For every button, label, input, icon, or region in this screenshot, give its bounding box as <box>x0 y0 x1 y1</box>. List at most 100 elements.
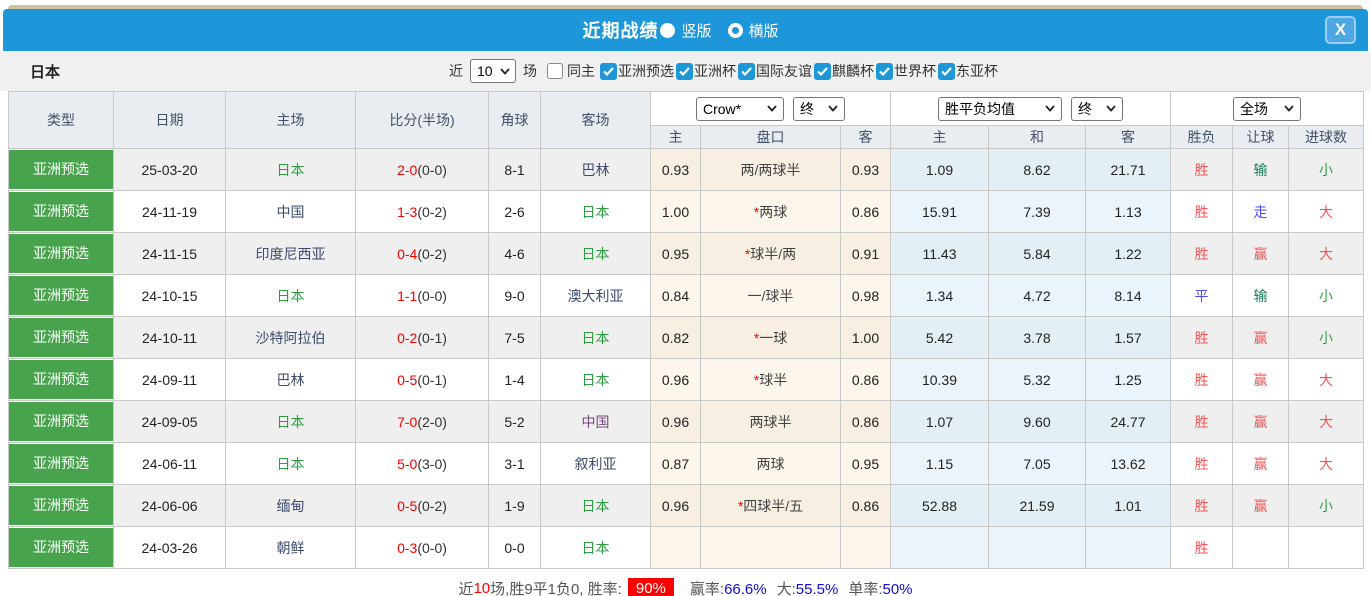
home-team-link[interactable]: 沙特阿拉伯 <box>256 330 326 346</box>
competition-checkbox[interactable] <box>600 62 617 80</box>
competition-filter-item[interactable]: 国际友谊 <box>738 61 812 81</box>
competition-checkbox[interactable] <box>676 62 693 80</box>
odds-away-cell: 0.86 <box>840 358 891 401</box>
radio-horizontal-label[interactable]: 横版 <box>749 20 779 41</box>
home-team-link[interactable]: 朝鲜 <box>277 540 305 556</box>
stat-pair: 大:55.5% <box>777 578 839 596</box>
competition-checkbox[interactable] <box>938 62 955 80</box>
handicap-value: 四球半/五 <box>743 497 804 514</box>
avg-time-select[interactable]: 终 <box>1071 96 1123 121</box>
competition-badge: 亚洲预选 <box>9 360 113 399</box>
avg-draw-cell: 3.78 <box>988 316 1086 359</box>
away-team-link[interactable]: 中国 <box>582 414 610 430</box>
home-team-link[interactable]: 巴林 <box>277 372 305 388</box>
away-team-link[interactable]: 日本 <box>582 372 610 388</box>
radio-horizontal-icon[interactable] <box>727 22 743 38</box>
odds-away-cell: 0.93 <box>840 148 891 191</box>
same-home-checkbox[interactable] <box>547 63 563 79</box>
corner-cell: 8-1 <box>488 148 541 191</box>
same-home-filter[interactable]: 同主 <box>547 61 595 81</box>
home-team-link[interactable]: 中国 <box>277 204 305 220</box>
handicap-result-cell: 走 <box>1232 190 1289 233</box>
avg-home-cell: 5.42 <box>890 316 989 359</box>
table-body: 亚洲预选 25-03-20 日本 2-0(0-0) 8-1 巴林 0.93 两/… <box>8 148 1364 569</box>
away-team-cell: 日本 <box>540 358 651 401</box>
handicap-value: 球半 <box>759 371 788 388</box>
odds-home-cell: 0.96 <box>650 358 701 401</box>
avg-home-cell: 1.07 <box>890 400 989 443</box>
odds-time-select[interactable]: 终 <box>793 96 845 121</box>
away-team-link[interactable]: 日本 <box>582 330 610 346</box>
goals-result-cell <box>1288 526 1364 569</box>
away-team-link[interactable]: 日本 <box>582 498 610 514</box>
radio-vertical-label[interactable]: 竖版 <box>681 20 711 41</box>
avg-select[interactable]: 胜平负均值 <box>938 96 1062 121</box>
goals-result-value: 小 <box>1319 161 1333 178</box>
half-time-score: (0-2) <box>417 497 447 514</box>
handicap-result-cell: 赢 <box>1232 442 1289 485</box>
odds-company-select[interactable]: Crow* <box>696 96 784 121</box>
odds-home-cell: 0.87 <box>650 442 701 485</box>
half-time-score: (0-2) <box>417 203 447 220</box>
half-time-score: (3-0) <box>417 455 447 472</box>
away-team-cell: 叙利亚 <box>540 442 651 485</box>
home-team-link[interactable]: 日本 <box>277 288 305 304</box>
scope-select[interactable]: 全场 <box>1233 96 1301 121</box>
away-team-link[interactable]: 日本 <box>582 540 610 556</box>
avg-away-cell: 8.14 <box>1085 274 1171 317</box>
away-team-link[interactable]: 日本 <box>582 246 610 262</box>
competition-checkbox[interactable] <box>876 62 893 80</box>
table-row: 亚洲预选 24-10-11 沙特阿拉伯 0-2(0-1) 7-5 日本 0.82 <box>8 316 1364 359</box>
handicap-cell: *两球 <box>700 190 841 233</box>
competition-filter-item[interactable]: 东亚杯 <box>938 61 998 81</box>
home-team-link[interactable]: 印度尼西亚 <box>256 246 326 262</box>
avg-away-cell: 21.71 <box>1085 148 1171 191</box>
odds-away-cell <box>840 526 891 569</box>
home-team-link[interactable]: 日本 <box>277 162 305 178</box>
full-time-score: 0-5 <box>397 497 418 514</box>
avg-draw-cell: 21.59 <box>988 484 1086 527</box>
competition-checkbox[interactable] <box>738 62 755 80</box>
handicap-cell: 两球半 <box>700 400 841 443</box>
home-team-link[interactable]: 日本 <box>277 414 305 430</box>
handicap-cell: 两球 <box>700 442 841 485</box>
odds-company-value: Crow* <box>703 100 742 117</box>
summary-footer: 近 10 场,胜9平1负0, 胜率: 90% 赢率:66.6% 大:55.5% … <box>0 569 1371 596</box>
table-row: 亚洲预选 25-03-20 日本 2-0(0-0) 8-1 巴林 0.93 两/… <box>8 148 1364 191</box>
competition-checkbox[interactable] <box>814 62 831 80</box>
stat-pair: 单率:50% <box>848 578 912 596</box>
competition-filter-item[interactable]: 麒麟杯 <box>814 61 874 81</box>
competition-filter-item[interactable]: 亚洲预选 <box>600 61 674 81</box>
subheader-odds-home: 主 <box>650 125 701 149</box>
corner-cell: 3-1 <box>488 442 541 485</box>
avg-home-cell: 15.91 <box>890 190 989 233</box>
competition-cell: 亚洲预选 <box>8 526 114 569</box>
away-team-link[interactable]: 澳大利亚 <box>568 288 624 304</box>
competition-badge: 亚洲预选 <box>9 192 113 231</box>
radio-vertical-icon[interactable] <box>660 22 676 38</box>
competition-badge: 亚洲预选 <box>9 486 113 525</box>
competition-filter-item[interactable]: 世界杯 <box>876 61 936 81</box>
competition-label: 世界杯 <box>894 63 936 79</box>
recent-suffix-label: 场 <box>523 63 537 79</box>
away-team-link[interactable]: 日本 <box>582 204 610 220</box>
competition-filter-item[interactable]: 亚洲杯 <box>676 61 736 81</box>
close-button[interactable]: X <box>1325 16 1356 44</box>
stat-label: 大: <box>776 580 796 596</box>
away-team-link[interactable]: 巴林 <box>582 162 610 178</box>
odds-home-cell: 0.93 <box>650 148 701 191</box>
recent-count-select[interactable]: 10 <box>470 59 516 83</box>
result-cell: 胜 <box>1170 358 1233 401</box>
competition-badge: 亚洲预选 <box>9 234 113 273</box>
away-team-link[interactable]: 叙利亚 <box>575 456 617 472</box>
home-team-link[interactable]: 缅甸 <box>277 498 305 514</box>
goals-result-cell: 大 <box>1288 358 1364 401</box>
competition-cell: 亚洲预选 <box>8 274 114 317</box>
score-cell: 0-5(0-2) <box>355 484 489 527</box>
score-cell: 0-5(0-1) <box>355 358 489 401</box>
full-time-score: 2-0 <box>397 161 418 178</box>
home-team-link[interactable]: 日本 <box>277 456 305 472</box>
subheader-handicap-result: 让球 <box>1232 125 1289 149</box>
date-cell: 24-09-05 <box>113 400 226 443</box>
handicap-value: 两球半 <box>749 413 792 430</box>
